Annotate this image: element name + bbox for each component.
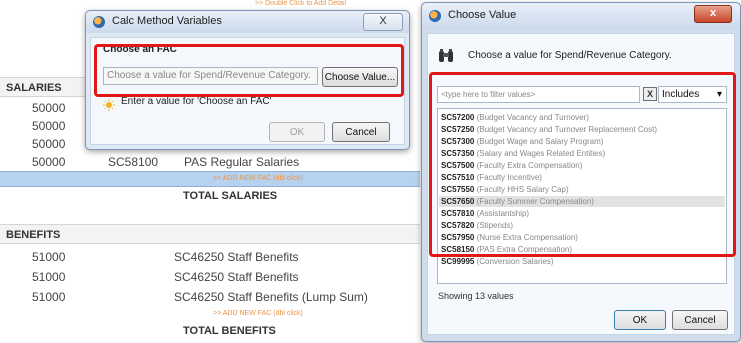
benefit-desc[interactable]: SC46250 Staff Benefits (174, 270, 299, 284)
choose-dialog-titlebar[interactable]: Choose Value x (422, 3, 740, 29)
add-new-fac-link[interactable]: >> ADD NEW FAC (dbl click) (213, 175, 303, 182)
salary-acct[interactable]: 50000 (32, 155, 65, 169)
benefits-header: BENEFITS (0, 224, 420, 244)
calc-dialog-titlebar[interactable]: Calc Method Variables X (86, 11, 409, 33)
highlight-box (429, 72, 736, 257)
binoculars-icon (438, 48, 454, 62)
double-click-hint[interactable]: >> Double Click to Add Detail (255, 0, 346, 7)
salary-code[interactable]: SC58100 (108, 155, 158, 169)
salary-desc[interactable]: PAS Regular Salaries (184, 155, 299, 169)
benefit-desc[interactable]: SC46250 Staff Benefits (Lump Sum) (174, 290, 368, 304)
benefit-desc[interactable]: SC46250 Staff Benefits (174, 250, 299, 264)
calc-dialog-title: Calc Method Variables (112, 15, 222, 27)
salary-acct[interactable]: 50000 (32, 119, 65, 133)
status-text: Showing 13 values (438, 291, 514, 301)
ok-button[interactable]: OK (269, 122, 325, 142)
ok-button[interactable]: OK (614, 310, 666, 330)
app-icon (93, 16, 105, 28)
salary-acct[interactable]: 50000 (32, 101, 65, 115)
close-button[interactable]: x (694, 5, 732, 23)
benefit-acct[interactable]: 51000 (32, 250, 65, 264)
sun-hint-icon (103, 96, 115, 111)
add-new-fac-link-benefits[interactable]: >> ADD NEW FAC (dbl click) (213, 310, 303, 317)
cancel-button[interactable]: Cancel (332, 122, 390, 142)
choose-dialog-title: Choose Value (448, 9, 517, 21)
validation-hint: Enter a value for 'Choose an FAC' (121, 96, 272, 107)
total-benefits: TOTAL BENEFITS (183, 325, 276, 337)
close-button[interactable]: X (363, 13, 403, 31)
app-icon (429, 10, 441, 22)
total-salaries: TOTAL SALARIES (183, 190, 278, 202)
choose-instruction: Choose a value for Spend/Revenue Categor… (468, 50, 672, 61)
salary-acct[interactable]: 50000 (32, 137, 65, 151)
highlight-box (94, 44, 404, 97)
benefit-acct[interactable]: 51000 (32, 290, 65, 304)
cancel-button[interactable]: Cancel (672, 310, 728, 330)
selected-add-row[interactable] (0, 171, 420, 187)
benefit-acct[interactable]: 51000 (32, 270, 65, 284)
list-item[interactable]: SC99995 (Conversion Salaries) (441, 256, 554, 267)
